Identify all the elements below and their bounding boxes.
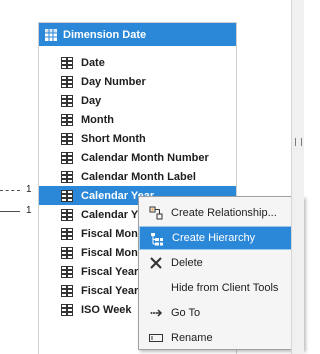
- menu-item-hide-from-client-tools[interactable]: Hide from Client Tools: [139, 276, 303, 300]
- column-label: Month: [81, 113, 114, 126]
- relationship-cardinality-bottom: 1: [26, 205, 32, 216]
- column-label: Day Number: [81, 75, 146, 88]
- column-icon: [61, 246, 73, 259]
- go-to-icon: [150, 309, 163, 317]
- menu-item-label: Hide from Client Tools: [171, 282, 279, 294]
- column-icon: [61, 151, 73, 164]
- column-label: Short Month: [81, 132, 146, 145]
- menu-item-label: Create Hierarchy: [172, 232, 256, 244]
- column-label: Fiscal Mont: [81, 227, 142, 240]
- column-label: Fiscal Year: [81, 284, 139, 297]
- create-relationship-icon: [149, 206, 163, 220]
- column-item[interactable]: Date: [39, 53, 236, 72]
- column-label: Day: [81, 94, 102, 107]
- column-label: Date: [81, 56, 105, 69]
- menu-item-create-hierarchy[interactable]: Create Hierarchy: [139, 226, 303, 250]
- menu-item-create-relationship[interactable]: Create Relationship...: [139, 201, 303, 225]
- vertical-scrollbar[interactable]: [291, 0, 304, 354]
- context-menu: Create Relationship... Create Hierarchy …: [138, 196, 304, 350]
- menu-item-label: Rename: [171, 332, 213, 344]
- column-item[interactable]: Calendar Month Label: [39, 167, 236, 186]
- column-label: Calendar Month Number: [81, 151, 209, 164]
- column-label: ISO Week: [81, 303, 132, 316]
- column-icon: [61, 189, 73, 202]
- menu-item-label: Delete: [171, 257, 203, 269]
- column-item[interactable]: Day Number: [39, 72, 236, 91]
- table-icon: [45, 28, 57, 41]
- column-item[interactable]: Calendar Month Number: [39, 148, 236, 167]
- column-icon: [61, 303, 73, 316]
- menu-item-delete[interactable]: Delete: [139, 251, 303, 275]
- column-item[interactable]: Short Month: [39, 129, 236, 148]
- column-icon: [61, 132, 73, 145]
- diagram-canvas[interactable]: 1 1 Dimension Date Date Day Number Day M…: [0, 0, 304, 354]
- column-icon: [61, 94, 73, 107]
- active-relationship-line[interactable]: [0, 211, 20, 212]
- column-icon: [61, 284, 73, 297]
- inactive-relationship-line[interactable]: [0, 190, 20, 191]
- column-item[interactable]: Day: [39, 91, 236, 110]
- column-label: Fiscal Mont: [81, 246, 142, 259]
- menu-item-go-to[interactable]: Go To: [139, 301, 303, 325]
- hierarchy-icon: [151, 233, 163, 246]
- column-icon: [61, 265, 73, 278]
- column-label: Calendar Y: [81, 208, 139, 221]
- column-item[interactable]: Month: [39, 110, 236, 129]
- table-title: Dimension Date: [63, 28, 147, 41]
- column-icon: [61, 208, 73, 221]
- column-icon: [61, 170, 73, 183]
- column-icon: [61, 56, 73, 69]
- menu-item-label: Create Relationship...: [171, 207, 277, 219]
- menu-item-label: Go To: [171, 307, 201, 319]
- column-icon: [61, 75, 73, 88]
- column-icon: [61, 227, 73, 240]
- table-header[interactable]: Dimension Date: [39, 23, 236, 46]
- column-label: Calendar Month Label: [81, 170, 196, 183]
- column-icon: [61, 113, 73, 126]
- delete-x-icon: [150, 257, 162, 269]
- scrollbar-grip[interactable]: [295, 138, 302, 146]
- menu-item-rename[interactable]: Rename: [139, 326, 303, 350]
- relationship-cardinality-top: 1: [26, 184, 32, 195]
- rename-icon: [149, 334, 163, 342]
- column-label: Fiscal Year: [81, 265, 139, 278]
